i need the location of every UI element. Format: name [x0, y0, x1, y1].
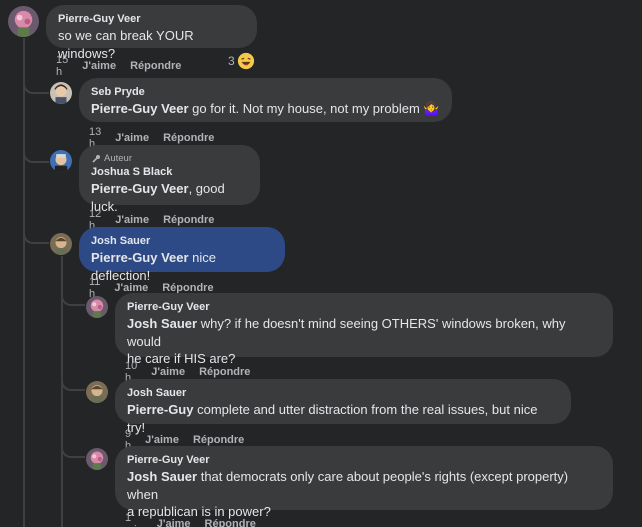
avatar[interactable] — [50, 233, 72, 255]
comment-author[interactable]: Pierre-Guy Veer — [58, 12, 245, 27]
author-badge-label: Auteur — [104, 153, 132, 164]
author-badge: Auteur — [91, 152, 248, 165]
avatar[interactable] — [50, 150, 72, 172]
mention-link[interactable]: Pierre-Guy Veer — [91, 101, 189, 116]
comment-timestamp[interactable]: 1 min — [125, 512, 143, 527]
like-button[interactable]: J'aime — [115, 214, 149, 226]
like-button[interactable]: J'aime — [145, 434, 179, 446]
thread-connector — [23, 140, 49, 163]
avatar[interactable] — [86, 296, 108, 318]
comment-author[interactable]: Pierre-Guy Veer — [127, 453, 601, 468]
comment-bubble: Seb Pryde Pierre-Guy Veer go for it. Not… — [79, 78, 452, 122]
avatar[interactable] — [86, 448, 108, 470]
comment-bubble: Pierre-Guy Veer Josh Sauer that democrat… — [115, 446, 613, 519]
mention-link[interactable]: Josh Sauer — [127, 469, 197, 484]
laughing-emoji-icon — [237, 52, 254, 70]
comment-body: go for it. Not my house, not my problem … — [188, 101, 440, 116]
comment-text: Pierre-Guy Veer go for it. Not my house,… — [91, 100, 440, 118]
like-button[interactable]: J'aime — [151, 366, 185, 378]
comment-bubble: Pierre-Guy Veer Josh Sauer why? if he do… — [115, 293, 613, 366]
comment-author[interactable]: Seb Pryde — [91, 85, 440, 100]
comment-author[interactable]: Josh Sauer — [127, 386, 559, 401]
mention-link[interactable]: Josh Sauer — [127, 316, 197, 331]
thread-line-main — [23, 38, 25, 527]
thread-connector — [61, 434, 85, 458]
microphone-icon — [92, 154, 100, 163]
comment-actions: 15 h J'aime Répondre — [56, 54, 181, 78]
avatar[interactable] — [8, 6, 39, 37]
comment-bubble: Pierre-Guy Veer so we can break YOUR win… — [46, 5, 257, 61]
reaction-count: 3 — [228, 54, 235, 68]
comment-bubble: Auteur Joshua S Black Pierre-Guy Veer, g… — [79, 145, 260, 214]
thread-connector — [61, 282, 85, 306]
reply-button[interactable]: Répondre — [193, 434, 244, 446]
comment-timestamp[interactable]: 15 h — [56, 54, 68, 78]
comment-author[interactable]: Joshua S Black — [91, 165, 248, 180]
like-button[interactable]: J'aime — [82, 60, 116, 72]
like-button[interactable]: J'aime — [115, 132, 149, 144]
comment-author[interactable]: Josh Sauer — [91, 234, 273, 249]
mention-link[interactable]: Pierre-Guy — [127, 402, 193, 417]
reply-button[interactable]: Répondre — [130, 60, 181, 72]
comment-bubble: Josh Sauer Pierre-Guy Veer nice deflecti… — [79, 227, 285, 283]
reply-button[interactable]: Répondre — [205, 518, 256, 527]
thread-connector — [61, 366, 85, 391]
reaction-summary[interactable]: 3 — [228, 52, 255, 70]
reply-button[interactable]: Répondre — [199, 366, 250, 378]
mention-link[interactable]: Pierre-Guy Veer — [91, 250, 189, 265]
comment-bubble: Josh Sauer Pierre-Guy complete and utter… — [115, 379, 571, 435]
comment-author[interactable]: Pierre-Guy Veer — [127, 300, 601, 315]
avatar[interactable] — [86, 381, 108, 403]
avatar[interactable] — [50, 82, 72, 104]
reply-button[interactable]: Répondre — [163, 132, 214, 144]
reply-button[interactable]: Répondre — [163, 214, 214, 226]
mention-link[interactable]: Pierre-Guy Veer — [91, 181, 189, 196]
thread-connector — [23, 70, 49, 94]
like-button[interactable]: J'aime — [157, 518, 191, 527]
thread-connector — [23, 220, 49, 244]
comment-actions: 1 min J'aime Répondre — [125, 512, 256, 527]
